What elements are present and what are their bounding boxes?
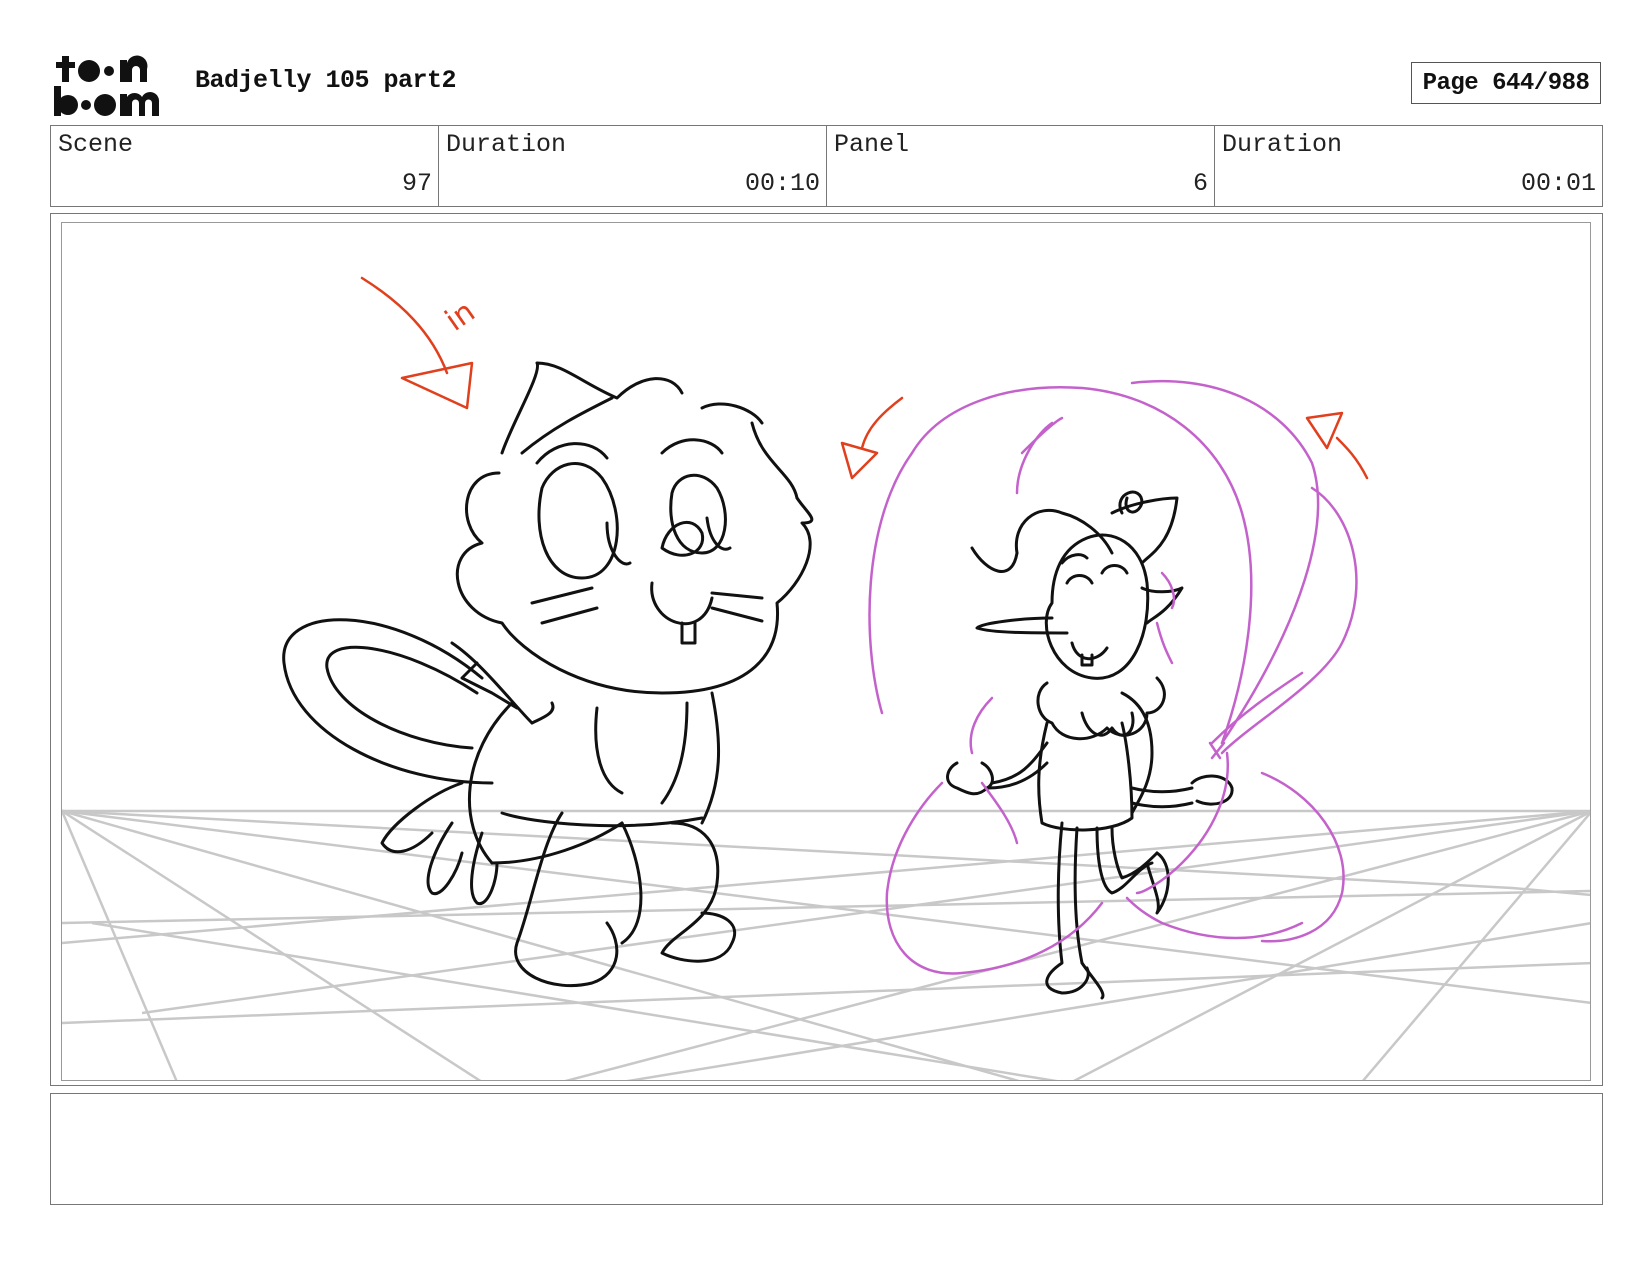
perspective-grid	[62, 809, 1590, 1080]
panel-duration-label: Duration	[1222, 130, 1343, 159]
panel-duration-value: 00:01	[1520, 169, 1596, 198]
curved-arrow-right-icon	[1305, 411, 1369, 480]
panel-cell: Panel 6	[827, 126, 1215, 206]
document-title: Badjelly 105 part2	[195, 66, 457, 95]
storyboard-panel-frame: in	[50, 213, 1603, 1086]
magic-swirl-effect	[868, 379, 1358, 975]
scene-label: Scene	[58, 130, 134, 159]
toon-boom-logo	[54, 55, 160, 116]
direction-annotations	[360, 276, 1369, 480]
panel-duration-cell: Duration 00:01	[1215, 126, 1602, 206]
page-indicator: Page 644/988	[1411, 62, 1601, 104]
scene-duration-value: 00:10	[744, 169, 820, 198]
scene-duration-cell: Duration 00:10	[439, 126, 827, 206]
panel-value: 6	[1192, 169, 1208, 198]
cat-character	[282, 361, 814, 988]
panel-notes-box	[50, 1093, 1603, 1205]
annotation-in-label: in	[439, 294, 481, 338]
panel-drawing: in	[62, 276, 1590, 1080]
scene-info-table: Scene 97 Duration 00:10 Panel 6 Duration…	[50, 125, 1603, 207]
scene-cell: Scene 97	[51, 126, 439, 206]
curved-arrow-left-icon	[840, 396, 904, 480]
scene-duration-label: Duration	[446, 130, 567, 159]
panel-label: Panel	[834, 130, 910, 159]
storyboard-panel-image: in	[61, 222, 1591, 1081]
girl-character	[946, 490, 1234, 1000]
scene-value: 97	[401, 169, 432, 198]
